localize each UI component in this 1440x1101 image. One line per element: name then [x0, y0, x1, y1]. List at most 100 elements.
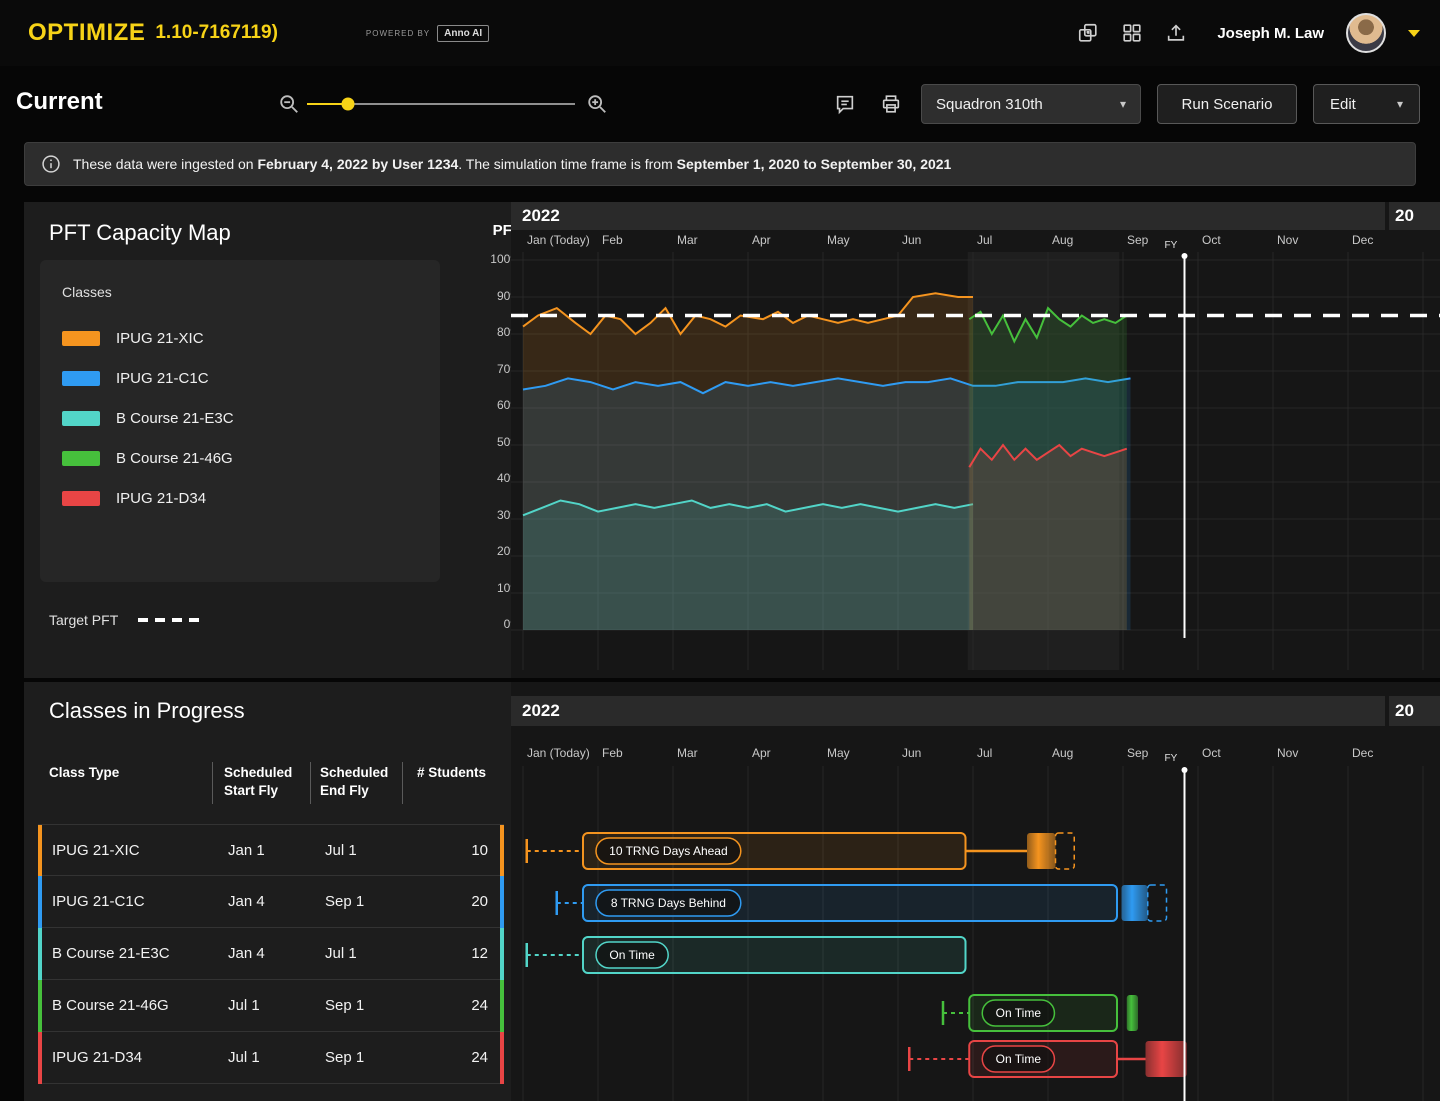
table-row-ipug-21-xic[interactable]: IPUG 21-XIC Jan 1 Jul 1 10 [38, 824, 504, 876]
table-row-b-course-21-46g[interactable]: B Course 21-46G Jul 1 Sep 1 24 [38, 980, 504, 1032]
grid-apps-icon[interactable] [1121, 22, 1143, 44]
month-label: Dec [1352, 746, 1373, 760]
open-windows-icon[interactable] [1077, 22, 1099, 44]
info-banner: These data were ingested on February 4, … [24, 142, 1416, 186]
banner-text-middle: . The simulation time frame is from [458, 156, 676, 172]
end-fly-cell: Jul 1 [325, 928, 357, 980]
table-row-ipug-21-c1c[interactable]: IPUG 21-C1C Jan 4 Sep 1 20 [38, 876, 504, 928]
y-axis-tick: 50% [442, 436, 521, 448]
legend-item-b-course-21-46g[interactable]: B Course 21-46G [62, 447, 233, 469]
classes-legend-box: Classes IPUG 21-XIC IPUG 21-C1C B Course… [40, 260, 440, 582]
gantt-end-block-ipug-21-d34[interactable] [1146, 1041, 1187, 1077]
month-label: Nov [1277, 233, 1298, 247]
zoom-out-icon[interactable] [278, 93, 300, 115]
y-axis-tick: 10% [442, 582, 521, 594]
y-axis-tick: 40% [442, 472, 521, 484]
banner-timeframe: September 1, 2020 to September 30, 2021 [677, 156, 952, 172]
start-fly-cell: Jan 1 [228, 825, 265, 877]
run-scenario-button[interactable]: Run Scenario [1157, 84, 1297, 124]
month-label: Jul [977, 746, 992, 760]
legend-swatch [62, 371, 100, 386]
classes-table-card: Classes in Progress Class Type Scheduled… [24, 682, 511, 1101]
pft-line-chart[interactable]: Jan (Today)FebMarAprMayJunJulAugSepOctNo… [511, 230, 1440, 678]
app-version: 1.10-7167119) [155, 22, 278, 44]
edit-button[interactable]: Edit ▾ [1313, 84, 1420, 124]
end-fly-cell: Sep 1 [325, 876, 364, 928]
pft-capacity-card: PFT Capacity Map Classes IPUG 21-XIC IPU… [24, 202, 511, 678]
legend-label: B Course 21-E3C [116, 410, 234, 427]
legend-label: IPUG 21-XIC [116, 330, 204, 347]
row-color-bar [500, 825, 504, 877]
zoom-slider[interactable] [307, 84, 575, 124]
y-axis-tick: 80% [442, 326, 521, 338]
month-label: Aug [1052, 746, 1073, 760]
pft-capacity-section: PFT Capacity Map Classes IPUG 21-XIC IPU… [0, 202, 1440, 678]
start-fly-cell: Jan 4 [228, 876, 265, 928]
fy-line-dot [1182, 767, 1188, 773]
legend-item-b-course-21-e3c[interactable]: B Course 21-E3C [62, 407, 234, 429]
comment-icon[interactable] [834, 93, 856, 115]
students-cell: 12 [471, 928, 488, 980]
year-label: 2022 [522, 206, 560, 226]
gantt-chart-area: 2022 20 Jan (Today)FebMarAprMayJunJulAug… [511, 682, 1440, 1101]
column-header-students: # Students [417, 764, 507, 782]
gantt-end-block-ipug-21-xic[interactable] [1027, 833, 1056, 869]
start-fly-cell: Jul 1 [228, 1032, 260, 1084]
fy-label: FY [1165, 240, 1178, 251]
classes-in-progress-section: Classes in Progress Class Type Scheduled… [0, 682, 1440, 1101]
classes-gantt-chart[interactable]: Jan (Today)FebMarAprMayJunJulAugSepOctNo… [511, 726, 1440, 1101]
class-type-cell: IPUG 21-D34 [52, 1032, 142, 1084]
class-type-cell: B Course 21-46G [52, 980, 169, 1032]
gantt-end-block-ipug-21-c1c[interactable] [1122, 885, 1148, 921]
students-cell: 10 [471, 825, 488, 877]
y-axis-tick: 30% [442, 509, 521, 521]
column-header-start-fly: Scheduled Start Fly [224, 764, 306, 800]
upload-icon[interactable] [1165, 22, 1187, 44]
legend-label: IPUG 21-D34 [116, 490, 206, 507]
gantt-end-block-b-course-21-46g[interactable] [1127, 995, 1138, 1031]
y-axis-tick: 0% [442, 618, 521, 630]
classes-table-rows: IPUG 21-XIC Jan 1 Jul 1 10 IPUG 21-C1C J… [38, 824, 504, 1084]
target-pft-dash-sample [138, 618, 200, 622]
zoom-in-icon[interactable] [586, 93, 608, 115]
legend-item-ipug-21-c1c[interactable]: IPUG 21-C1C [62, 367, 209, 389]
legend-swatch [62, 451, 100, 466]
select-chevron-down-icon: ▾ [1120, 98, 1126, 110]
row-color-bar [38, 980, 42, 1032]
month-label: Jul [977, 233, 992, 247]
row-color-bar [38, 825, 42, 877]
user-menu-chevron-icon[interactable] [1408, 30, 1420, 37]
powered-by-label: POWERED BY [366, 29, 430, 38]
squadron-select-value: Squadron 310th [936, 96, 1043, 113]
legend-item-ipug-21-xic[interactable]: IPUG 21-XIC [62, 327, 204, 349]
y-axis-tick: 70% [442, 363, 521, 375]
header-divider [212, 762, 213, 804]
squadron-select[interactable]: Squadron 310th ▾ [921, 84, 1141, 124]
table-row-b-course-21-e3c[interactable]: B Course 21-E3C Jan 4 Jul 1 12 [38, 928, 504, 980]
pft-line-chart-area: 2022 20 Jan (Today)FebMarAprMayJunJulAug… [511, 202, 1440, 678]
edit-label: Edit [1330, 96, 1356, 113]
series-area [969, 445, 1127, 630]
print-icon[interactable] [880, 93, 902, 115]
month-label: Sep [1127, 233, 1149, 247]
powered-by: POWERED BY Anno AI [366, 25, 489, 42]
zoom-slider-knob[interactable] [342, 98, 355, 111]
status-pill-label: On Time [609, 948, 655, 962]
app-logo: OPTIMIZE [28, 19, 145, 47]
edit-chevron-down-icon: ▾ [1397, 98, 1403, 110]
students-cell: 24 [471, 1032, 488, 1084]
view-title: Current [16, 88, 103, 116]
row-color-bar [38, 876, 42, 928]
table-row-ipug-21-d34[interactable]: IPUG 21-D34 Jul 1 Sep 1 24 [38, 1032, 504, 1084]
y-axis-tick: 90% [442, 290, 521, 302]
avatar[interactable] [1346, 13, 1386, 53]
end-fly-cell: Sep 1 [325, 1032, 364, 1084]
next-year-label: 20 [1395, 701, 1414, 721]
status-pill-label: On Time [996, 1052, 1042, 1066]
month-label: Jun [902, 233, 921, 247]
year-label: 2022 [522, 701, 560, 721]
powered-by-brand-badge: Anno AI [437, 25, 489, 42]
legend-item-ipug-21-d34[interactable]: IPUG 21-D34 [62, 487, 206, 509]
pft-capacity-title: PFT Capacity Map [49, 220, 231, 246]
run-scenario-label: Run Scenario [1182, 96, 1273, 113]
